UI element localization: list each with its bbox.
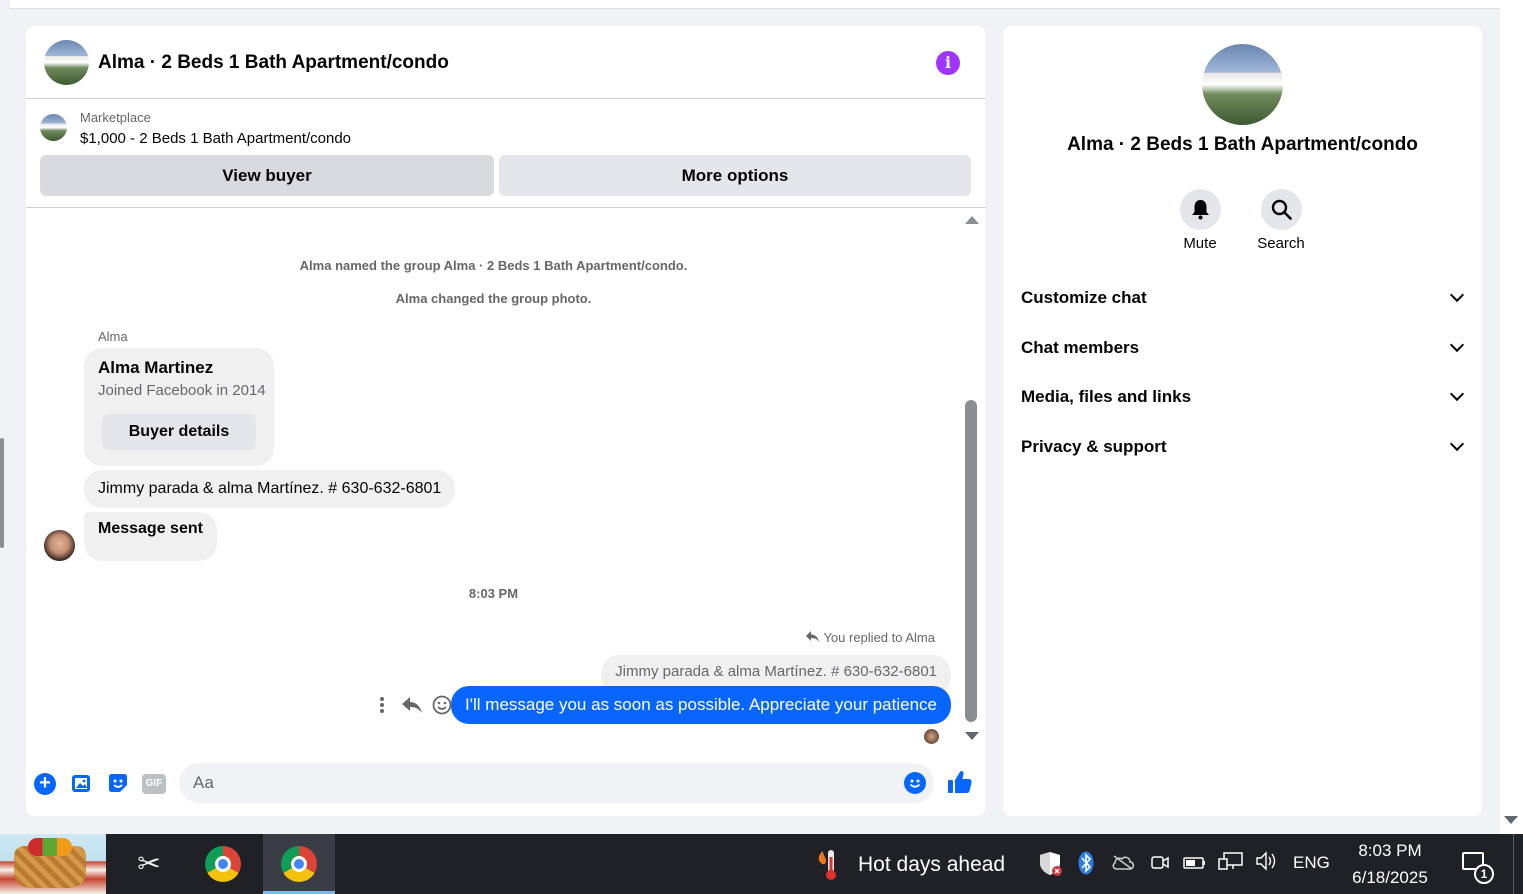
section-label: Privacy & support — [1021, 437, 1167, 456]
privacy-support-section[interactable]: Privacy & support — [1011, 425, 1474, 469]
chat-header: Alma · 2 Beds 1 Bath Apartment/condo i — [26, 26, 985, 99]
composer: + GIF — [26, 760, 985, 810]
chat-panel: Alma · 2 Beds 1 Bath Apartment/condo i M… — [26, 26, 985, 816]
info-icon[interactable]: i — [936, 51, 960, 75]
reply-note: You replied to Alma — [806, 630, 935, 645]
plus-icon[interactable]: + — [34, 773, 56, 795]
listing-thumbnail[interactable] — [40, 114, 67, 141]
emoji-icon[interactable] — [904, 772, 926, 794]
chevron-down-icon — [1449, 386, 1465, 402]
mute-button[interactable] — [1180, 189, 1221, 230]
left-panel-handle[interactable] — [0, 438, 4, 548]
chat-scrollbar[interactable] — [963, 214, 979, 746]
page-scroll-down-arrow[interactable] — [1504, 816, 1518, 824]
group-avatar[interactable] — [44, 40, 89, 85]
show-desktop[interactable] — [1513, 834, 1514, 894]
react-icon[interactable] — [430, 692, 454, 718]
browser-top-edge — [10, 0, 1500, 9]
chrome-icon[interactable] — [187, 834, 259, 894]
onedrive-icon[interactable] — [1110, 851, 1136, 877]
buyer-details-button[interactable]: Buyer details — [102, 414, 256, 450]
marketplace-listing: Marketplace $1,000 - 2 Beds 1 Bath Apart… — [26, 100, 985, 208]
sender-avatar[interactable] — [44, 530, 75, 561]
chat-title[interactable]: Alma · 2 Beds 1 Bath Apartment/condo — [98, 52, 449, 74]
left-edge — [0, 0, 10, 834]
camera-icon[interactable] — [1148, 851, 1172, 877]
message-input[interactable] — [179, 763, 934, 803]
more-options-button[interactable]: More options — [499, 155, 971, 196]
sender-name: Alma — [98, 329, 128, 344]
reply-icon — [806, 630, 820, 645]
incoming-message[interactable]: Jimmy parada & alma Martínez. # 630-632-… — [84, 470, 456, 508]
more-vertical-icon[interactable] — [370, 692, 394, 718]
chevron-down-icon — [1449, 287, 1465, 303]
search-button[interactable] — [1261, 189, 1302, 230]
section-label: Customize chat — [1021, 288, 1147, 307]
notification-count: 1 — [1474, 864, 1494, 884]
group-photo[interactable] — [1202, 44, 1283, 125]
clock-time[interactable]: 8:03 PM — [1340, 841, 1440, 861]
media-files-links-section[interactable]: Media, files and links — [1011, 375, 1474, 419]
buyer-profile-card: Alma Martinez Joined Facebook in 2014 Bu… — [84, 348, 274, 466]
message-list: Alma named the group Alma · 2 Beds 1 Bat… — [26, 208, 985, 746]
volume-icon[interactable] — [1254, 851, 1280, 877]
security-shield-icon[interactable] — [1038, 851, 1064, 877]
marketplace-label: Marketplace — [80, 110, 151, 125]
clock-date[interactable]: 6/18/2025 — [1340, 868, 1440, 888]
picnic-basket-icon[interactable] — [0, 834, 106, 894]
message-actions — [370, 692, 456, 718]
chat-members-section[interactable]: Chat members — [1011, 326, 1474, 370]
page-scrollbar[interactable] — [1500, 0, 1523, 834]
taskbar: ✂ Hot days ahead ENG 8:03 PM 6/18/2025 1 — [0, 834, 1523, 894]
chevron-down-icon — [1449, 337, 1465, 353]
customize-chat-section[interactable]: Customize chat — [1011, 276, 1474, 320]
reply-note-text: You replied to Alma — [823, 630, 935, 645]
section-label: Chat members — [1021, 338, 1140, 357]
sticker-icon[interactable] — [106, 772, 130, 796]
network-icon[interactable] — [1217, 851, 1245, 877]
system-message: Alma named the group Alma · 2 Beds 1 Bat… — [299, 258, 688, 273]
reply-icon[interactable] — [400, 692, 424, 718]
chrome-profile-icon[interactable] — [263, 834, 335, 894]
view-buyer-button[interactable]: View buyer — [40, 155, 494, 196]
chat-info-panel: Alma · 2 Beds 1 Bath Apartment/condo Mut… — [1003, 26, 1482, 816]
scroll-down-arrow[interactable] — [965, 732, 979, 740]
timestamp: 8:03 PM — [468, 586, 519, 601]
buyer-name: Alma Martinez — [98, 358, 214, 377]
fruit — [28, 838, 72, 856]
battery-icon[interactable] — [1182, 851, 1208, 877]
snipping-tool-icon[interactable]: ✂ — [113, 834, 185, 894]
search-label: Search — [1257, 235, 1305, 252]
notification-icon[interactable]: 1 — [1460, 850, 1494, 884]
chevron-down-icon — [1449, 436, 1465, 452]
language-indicator[interactable]: ENG — [1293, 853, 1330, 873]
gif-icon[interactable]: GIF — [142, 774, 166, 794]
mute-label: Mute — [1183, 235, 1217, 252]
system-message: Alma changed the group photo. — [395, 291, 592, 306]
scroll-thumb[interactable] — [965, 400, 977, 722]
seen-avatar — [924, 729, 939, 744]
listing-title[interactable]: $1,000 - 2 Beds 1 Bath Apartment/condo — [80, 130, 351, 147]
thumbs-up-icon[interactable] — [947, 769, 973, 797]
photo-icon[interactable] — [70, 772, 94, 796]
outgoing-message[interactable]: I'll message you as soon as possible. Ap… — [451, 686, 951, 724]
incoming-message[interactable]: Message sent — [84, 512, 217, 561]
weather-text[interactable]: Hot days ahead — [858, 853, 1005, 877]
section-label: Media, files and links — [1021, 387, 1192, 406]
info-title: Alma · 2 Beds 1 Bath Apartment/condo — [1067, 134, 1418, 155]
thermometer-icon[interactable] — [814, 848, 844, 882]
bluetooth-icon[interactable] — [1076, 851, 1096, 877]
buyer-joined: Joined Facebook in 2014 — [98, 382, 266, 399]
scroll-up-arrow[interactable] — [965, 216, 979, 224]
